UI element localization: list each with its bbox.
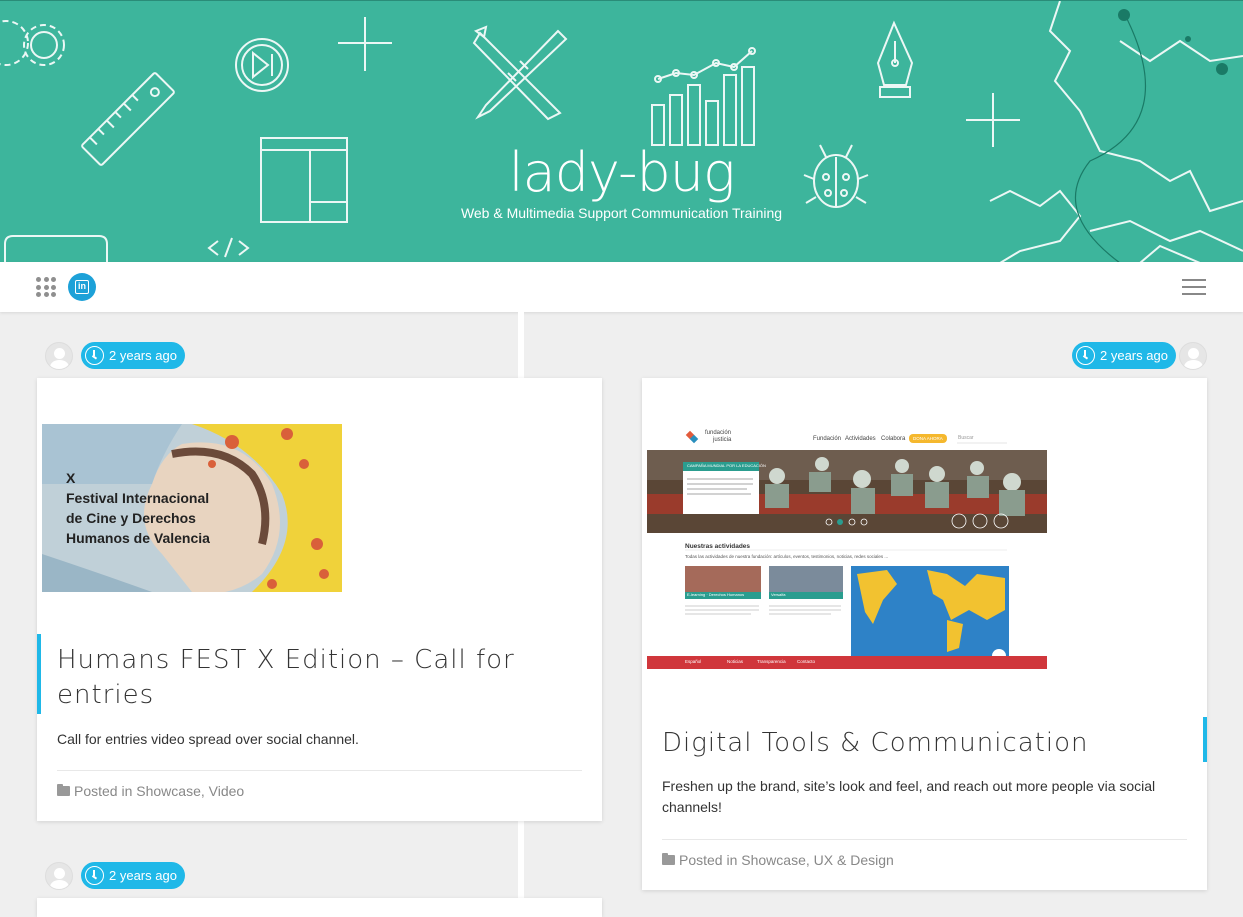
post-categories: Posted in Showcase, UX & Design [662,852,894,868]
shot-nav: Fundación [813,436,842,442]
grid-dots-icon[interactable] [36,277,56,297]
post-date-badge[interactable]: 2 years ago [81,342,185,369]
bar-chart-icon [651,47,756,146]
category-link[interactable]: UX & Design [814,852,894,868]
title-accent-bar [1203,717,1207,762]
pen-nib-icon [876,20,914,98]
poster-line: Festival Internacional [66,490,210,506]
post-date: 2 years ago [1100,348,1168,363]
post-date: 2 years ago [109,868,177,883]
shot-nav: Colabora [881,436,906,442]
category-link[interactable]: Showcase [136,783,201,799]
clock-icon [85,866,104,885]
post-thumbnail[interactable]: X Festival Internacional de Cine y Derec… [42,424,342,592]
post-date-badge[interactable]: 2 years ago [81,862,185,889]
card-divider [57,770,582,771]
top-toolbar: in [0,262,1243,312]
title-accent-bar [37,634,41,714]
poster-line: X [66,470,76,486]
post-title[interactable]: Digital Tools & Communication [662,726,1192,761]
post-categories: Posted in Showcase, Video [57,783,244,799]
card-divider [662,839,1187,840]
post-title[interactable]: Humans FEST X Edition – Call for entries [57,643,557,713]
folder-icon [57,784,70,796]
linkedin-icon[interactable]: in [68,273,96,301]
play-next-icon [235,38,289,92]
shot-footer-item: Contacto [797,659,816,664]
poster-line: Humanos de Valencia [66,530,210,546]
post-thumbnail[interactable]: fundación justicia Fundación Actividades… [647,424,1047,669]
hamburger-menu-icon[interactable] [1182,279,1206,295]
shot-footer-item: Español [685,659,702,664]
clock-icon [1076,346,1095,365]
shot-donate: DONA AHORA [913,436,943,441]
site-tagline: Web & Multimedia Support Communication T… [460,205,783,221]
shot-footer-item: Noticias [727,659,744,664]
category-link[interactable]: Video [209,783,245,799]
shot-search: Buscar [958,435,974,441]
poster-caption: X Festival Internacional de Cine y Derec… [66,468,210,548]
author-avatar[interactable] [45,862,73,890]
category-link[interactable]: Showcase [741,852,806,868]
pencil-ruler-icon [472,25,568,121]
shot-footer-item: Transparencia [757,659,786,664]
shot-logo: fundación [705,430,732,436]
folder-icon [662,853,675,865]
shot-logo: justicia [713,437,732,443]
shot-section-subtitle: Todas las actividades de nuestra fundaci… [685,554,889,559]
author-avatar[interactable] [1179,342,1207,370]
shot-nav: Actividades [845,436,876,442]
author-avatar[interactable] [45,342,73,370]
poster-line: de Cine y Derechos [66,510,196,526]
shot-banner: CAMPAÑA MUNDIAL POR LA EDUCACIÓN [687,463,766,468]
posted-in-label: Posted in [74,783,137,799]
clock-icon [85,346,104,365]
posted-in-label: Posted in [679,852,742,868]
post-date: 2 years ago [109,348,177,363]
site-header: lady-bug Web & Multimedia Support Commun… [0,0,1243,262]
shot-card-label: E-learning · Derechos Humanos [687,592,745,597]
post-excerpt: Call for entries video spread over socia… [57,731,359,747]
post-excerpt: Freshen up the brand, site’s look and fe… [662,778,1156,815]
shot-card-label: Versalfa [771,592,786,597]
shot-section-title: Nuestras actividades [685,543,751,550]
post-date-badge[interactable]: 2 years ago [1072,342,1176,369]
post-card [37,898,602,917]
header-illustration [0,1,1243,262]
gear-icon [30,31,58,59]
site-title[interactable]: lady-bug [0,141,1243,204]
linkedin-label: in [75,280,89,294]
